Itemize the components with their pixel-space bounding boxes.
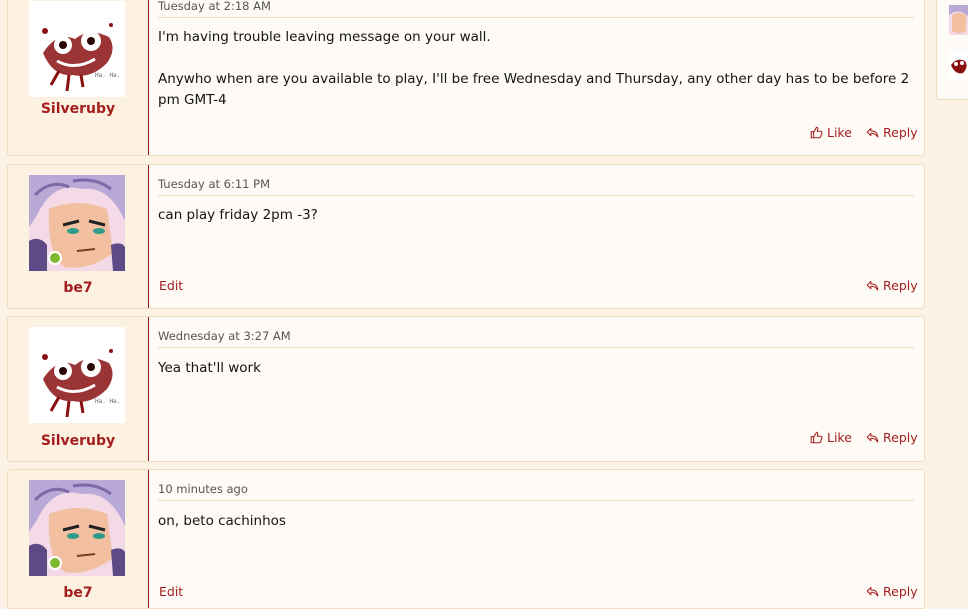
like-label: Like [827, 125, 852, 140]
post-actions: Edit Reply [158, 584, 918, 602]
reply-label: Reply [883, 125, 918, 140]
post-actions: Like Reply [158, 125, 918, 143]
message-paragraph: Yea that'll work [158, 360, 261, 376]
profile-post: Silveruby Wednesday at 3:27 AM Yea that'… [7, 316, 925, 462]
thumbs-up-icon [810, 431, 823, 444]
sidebar-avatar[interactable] [949, 5, 968, 35]
online-status-icon [48, 556, 62, 570]
post-actions: Edit Reply [158, 278, 918, 296]
post-message: on, beto cachinhos [158, 511, 914, 532]
post-timestamp[interactable]: Tuesday at 2:18 AM [158, 0, 914, 18]
edit-label: Edit [159, 278, 184, 293]
message-paragraph: I'm having trouble leaving message on yo… [158, 29, 491, 45]
profile-post: be7 Tuesday at 6:11 PM can play friday 2… [7, 164, 925, 309]
reply-button[interactable]: Reply [866, 125, 918, 140]
post-content: Wednesday at 3:27 AM Yea that'll work Li… [158, 317, 918, 461]
username[interactable]: be7 [8, 585, 148, 601]
user-panel: be7 [8, 165, 149, 308]
reply-label: Reply [883, 584, 918, 599]
message-paragraph: Anywho when are you available to play, I… [158, 71, 910, 108]
avatar[interactable] [29, 327, 125, 423]
profile-post: be7 10 minutes ago on, beto cachinhos Ed… [7, 469, 925, 609]
post-message: Yea that'll work [158, 358, 914, 379]
user-panel: Silveruby [8, 0, 149, 155]
edit-link[interactable]: Edit [159, 584, 183, 599]
user-panel: be7 [8, 470, 149, 608]
post-message: I'm having trouble leaving message on yo… [158, 27, 914, 111]
reply-button[interactable]: Reply [866, 430, 918, 445]
avatar[interactable] [29, 480, 125, 576]
like-button[interactable]: Like [810, 430, 852, 445]
edit-label: Edit [159, 584, 184, 599]
online-status-icon [48, 251, 62, 265]
username[interactable]: Silveruby [8, 101, 148, 117]
post-content: Tuesday at 2:18 AM I'm having trouble le… [158, 0, 918, 155]
username[interactable]: Silveruby [8, 433, 148, 449]
like-label: Like [827, 430, 852, 445]
reply-icon [866, 280, 879, 291]
post-actions: Like Reply [158, 430, 918, 448]
post-content: Tuesday at 6:11 PM can play friday 2pm -… [158, 165, 918, 308]
sidebar-avatar[interactable] [949, 51, 968, 81]
post-timestamp[interactable]: 10 minutes ago [158, 482, 914, 501]
username[interactable]: be7 [8, 280, 148, 296]
profile-post: Silveruby Tuesday at 2:18 AM I'm having … [7, 0, 925, 156]
reply-label: Reply [883, 278, 918, 293]
message-paragraph: can play friday 2pm -3? [158, 207, 318, 223]
avatar[interactable] [29, 175, 125, 271]
edit-link[interactable]: Edit [159, 278, 183, 293]
reply-icon [866, 127, 879, 138]
reply-icon [866, 586, 879, 597]
reply-button[interactable]: Reply [866, 584, 918, 599]
reply-icon [866, 432, 879, 443]
post-timestamp[interactable]: Tuesday at 6:11 PM [158, 177, 914, 196]
thumbs-up-icon [810, 126, 823, 139]
reply-button[interactable]: Reply [866, 278, 918, 293]
user-panel: Silveruby [8, 317, 149, 461]
reply-label: Reply [883, 430, 918, 445]
message-paragraph: on, beto cachinhos [158, 513, 286, 529]
like-button[interactable]: Like [810, 125, 852, 140]
post-timestamp[interactable]: Wednesday at 3:27 AM [158, 329, 914, 348]
sidebar-panel [936, 0, 968, 100]
post-message: can play friday 2pm -3? [158, 205, 914, 226]
post-content: 10 minutes ago on, beto cachinhos Edit R… [158, 470, 918, 608]
avatar[interactable] [29, 1, 125, 97]
